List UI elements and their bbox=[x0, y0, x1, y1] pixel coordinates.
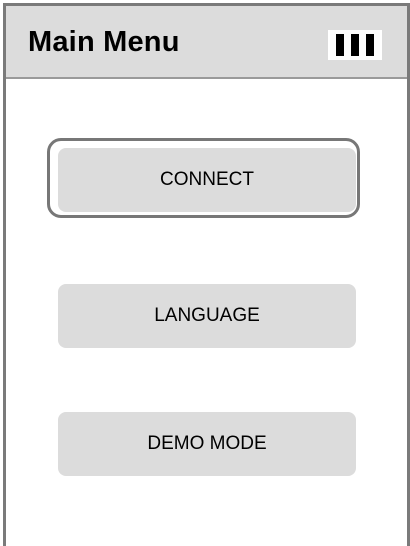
header-bar: Main Menu bbox=[6, 6, 407, 79]
battery-level-icon bbox=[328, 30, 382, 60]
language-button-label: LANGUAGE bbox=[154, 305, 260, 326]
language-button[interactable]: LANGUAGE bbox=[58, 284, 356, 348]
demo-mode-button[interactable]: DEMO MODE bbox=[58, 412, 356, 476]
demo-mode-button-label: DEMO MODE bbox=[147, 433, 267, 454]
connect-button-label: CONNECT bbox=[160, 169, 254, 190]
connect-button[interactable]: CONNECT bbox=[58, 148, 356, 212]
device-screen: Main Menu CONNECT LANGUAGE DEMO MODE bbox=[3, 3, 410, 546]
battery-bar bbox=[351, 34, 359, 56]
battery-bar bbox=[336, 34, 344, 56]
battery-bar bbox=[366, 34, 374, 56]
page-title: Main Menu bbox=[28, 26, 180, 58]
